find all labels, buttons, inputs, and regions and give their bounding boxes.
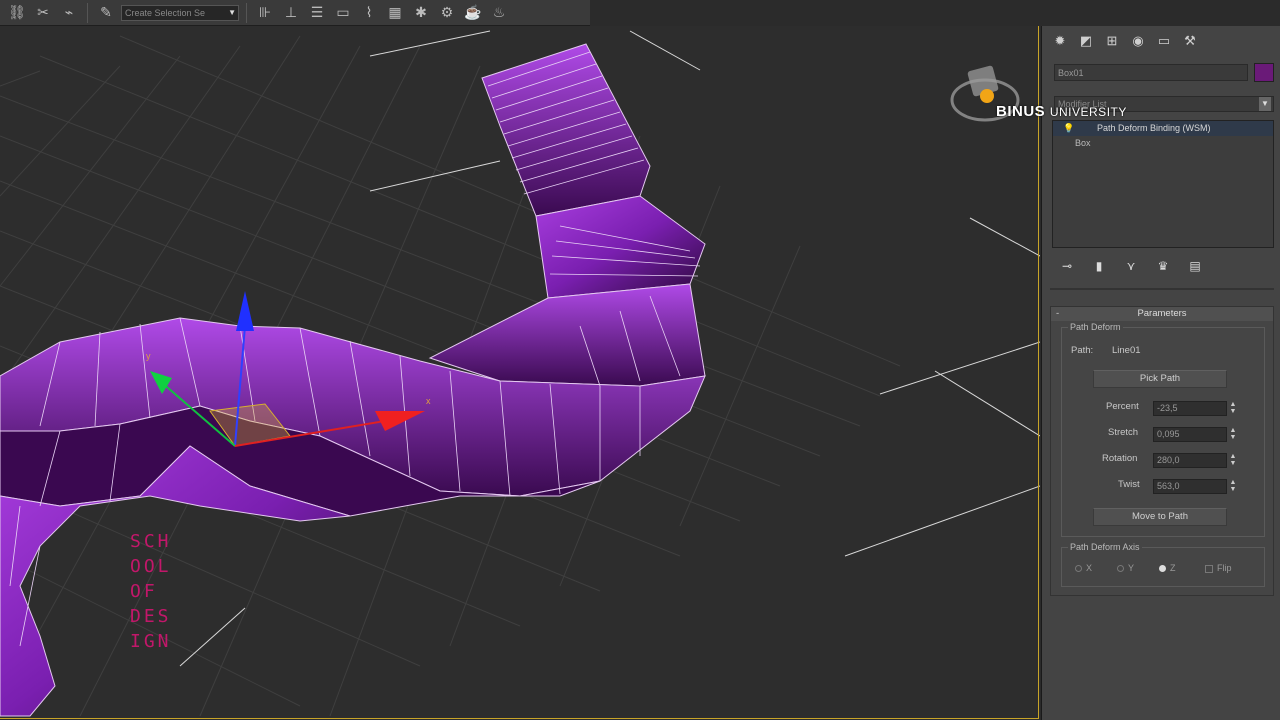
- spinner-arrows-icon[interactable]: ▲ ▼: [1229, 401, 1237, 416]
- twist-label: Twist: [1118, 479, 1140, 490]
- stack-item-box[interactable]: Box: [1053, 136, 1273, 151]
- utilities-tab-icon[interactable]: ⚒: [1180, 32, 1200, 50]
- rollout-header[interactable]: - Parameters: [1051, 307, 1273, 321]
- stretch-spinner[interactable]: 0,095: [1153, 427, 1227, 442]
- y-axis-label: y: [146, 351, 151, 361]
- school-of-design-watermark: SCH OOL OF DES IGN: [130, 529, 172, 654]
- axis-z-label: Z: [1170, 563, 1176, 573]
- curve-editor-icon[interactable]: ⌇: [358, 3, 380, 23]
- flip-label: Flip: [1217, 563, 1232, 573]
- align-icon[interactable]: ⊥: [280, 3, 302, 23]
- select-link-icon[interactable]: ⛓: [6, 3, 28, 23]
- checkbox-box: [1205, 564, 1213, 573]
- x-axis-label: x: [426, 396, 431, 406]
- percent-label: Percent: [1106, 401, 1139, 412]
- rollout-title: Parameters: [1137, 308, 1187, 319]
- show-end-result-icon[interactable]: ▮: [1090, 258, 1108, 274]
- axis-z-radio[interactable]: Z: [1159, 563, 1176, 573]
- chevron-down-icon: ▼: [1259, 97, 1271, 111]
- layer-manager-icon[interactable]: ☰: [306, 3, 328, 23]
- watermark-line: DES: [130, 606, 172, 627]
- make-unique-icon[interactable]: ⋎: [1122, 258, 1140, 274]
- rotation-spinner[interactable]: 280,0: [1153, 453, 1227, 468]
- command-panel-tabs: ✹ ◩ ⊞ ◉ ▭ ⚒: [1042, 26, 1280, 58]
- move-to-path-button[interactable]: Move to Path: [1093, 508, 1227, 526]
- radio-dot: [1075, 565, 1082, 573]
- modifier-stack: 💡 Path Deform Binding (WSM) Box: [1052, 120, 1274, 248]
- box01-deformed-mesh: [0, 43, 706, 717]
- create-tab-icon[interactable]: ✹: [1050, 32, 1070, 50]
- chevron-down-icon: ▼: [228, 7, 236, 17]
- configure-modifier-sets-icon[interactable]: ▤: [1186, 258, 1204, 274]
- unlink-icon[interactable]: ✂: [32, 3, 54, 23]
- watermark-line: OF: [130, 581, 158, 602]
- axis-y-label: Y: [1128, 563, 1135, 573]
- schematic-view-icon[interactable]: ▦: [384, 3, 406, 23]
- path-value: Line01: [1112, 345, 1141, 356]
- watermark-line: OOL: [130, 556, 172, 577]
- bind-spacewarp-icon[interactable]: ⌁: [58, 3, 80, 23]
- render-setup-icon[interactable]: ⚙: [436, 3, 458, 23]
- stack-item-label: Box: [1075, 138, 1091, 148]
- collapse-icon: -: [1056, 308, 1060, 319]
- stretch-label: Stretch: [1108, 427, 1139, 438]
- stack-toolbar: ⊸ ▮ ⋎ ♛ ▤: [1058, 256, 1204, 276]
- command-panel: ✹ ◩ ⊞ ◉ ▭ ⚒ Box01 Modifier List ▼ 💡 Path…: [1041, 26, 1280, 720]
- watermark-line: SCH: [130, 531, 172, 552]
- object-color-swatch[interactable]: [1254, 63, 1274, 82]
- axis-x-radio[interactable]: X: [1075, 563, 1092, 573]
- pin-stack-icon[interactable]: ⊸: [1058, 258, 1076, 274]
- brand-name-light: UNIVERSITY: [1049, 105, 1127, 119]
- brand-name-bold: BINUS: [996, 103, 1046, 120]
- flip-checkbox[interactable]: Flip: [1205, 563, 1232, 573]
- axis-x-label: X: [1086, 563, 1093, 573]
- watermark-line: IGN: [130, 631, 172, 652]
- named-selection-set-text: Create Selection Se: [125, 7, 206, 18]
- motion-tab-icon[interactable]: ◉: [1128, 32, 1148, 50]
- spinner-arrows-icon[interactable]: ▲ ▼: [1229, 479, 1237, 494]
- axis-y-radio[interactable]: Y: [1117, 563, 1134, 573]
- radio-dot: [1159, 565, 1166, 573]
- toolbar-divider: [87, 2, 88, 23]
- spinner-arrows-icon[interactable]: ▲ ▼: [1229, 427, 1237, 442]
- pick-path-button[interactable]: Pick Path: [1093, 370, 1227, 388]
- parameters-rollout: - Parameters Path Deform Path: Line01 Pi…: [1050, 306, 1274, 596]
- selection-filter-icon[interactable]: ✎: [95, 3, 117, 23]
- named-selection-set-dropdown[interactable]: Create Selection Se ▼: [121, 4, 239, 21]
- display-tab-icon[interactable]: ▭: [1154, 32, 1174, 50]
- path-label: Path:: [1071, 345, 1094, 356]
- radio-dot: [1117, 565, 1124, 573]
- group-label: Path Deform Axis: [1068, 542, 1142, 552]
- rendered-frame-icon[interactable]: ☕: [462, 3, 484, 23]
- graphite-tools-icon[interactable]: ▭: [332, 3, 354, 23]
- group-label: Path Deform: [1068, 322, 1123, 332]
- twist-spinner[interactable]: 563,0: [1153, 479, 1227, 494]
- mirror-icon[interactable]: ⊪: [254, 3, 276, 23]
- remove-modifier-icon[interactable]: ♛: [1154, 258, 1172, 274]
- render-icon[interactable]: ♨: [488, 3, 510, 23]
- hierarchy-tab-icon[interactable]: ⊞: [1102, 32, 1122, 50]
- material-editor-icon[interactable]: ✱: [410, 3, 432, 23]
- binus-university-text: BINUS UNIVERSITY: [996, 103, 1127, 120]
- panel-divider: [1050, 288, 1274, 290]
- toolbar-divider: [246, 2, 247, 23]
- spinner-arrows-icon[interactable]: ▲ ▼: [1229, 453, 1237, 468]
- rotation-label: Rotation: [1102, 453, 1138, 464]
- main-toolbar: ⛓ ✂ ⌁ ✎ Create Selection Se ▼ ⊪ ⊥ ☰ ▭ ⌇ …: [0, 0, 590, 26]
- percent-spinner[interactable]: -23,5: [1153, 401, 1227, 416]
- modify-tab-icon[interactable]: ◩: [1076, 32, 1096, 50]
